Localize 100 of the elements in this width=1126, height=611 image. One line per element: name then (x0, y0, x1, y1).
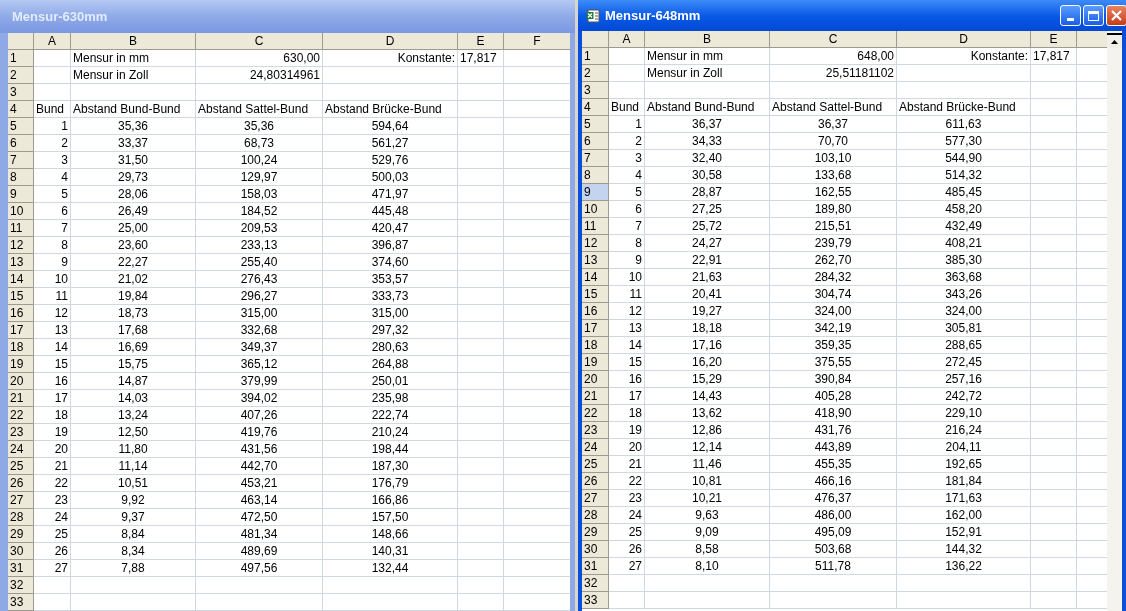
row-header[interactable]: 10 (8, 203, 34, 220)
row-header[interactable]: 6 (8, 135, 34, 152)
maximize-button[interactable] (1083, 5, 1104, 26)
row-header[interactable]: 18 (8, 339, 34, 356)
row-header[interactable]: 28 (8, 509, 34, 526)
row-header[interactable]: 8 (582, 167, 609, 184)
row-header[interactable]: 28 (582, 507, 609, 524)
row-header[interactable]: 16 (8, 305, 34, 322)
column-header[interactable]: F (504, 33, 570, 49)
row-header[interactable]: 15 (582, 286, 609, 303)
row-header[interactable]: 5 (8, 118, 34, 135)
row-header[interactable]: 32 (582, 575, 609, 592)
row-header[interactable]: 2 (8, 67, 34, 84)
column-header[interactable]: B (71, 33, 196, 49)
minimize-button[interactable] (1060, 5, 1081, 26)
row-header[interactable]: 17 (8, 322, 34, 339)
table-cell: 408,21 (897, 235, 1031, 252)
row-header[interactable]: 29 (8, 526, 34, 543)
table-cell: 68,73 (196, 135, 323, 152)
row-header[interactable]: 17 (582, 320, 609, 337)
row-header[interactable]: 5 (582, 116, 609, 133)
row-header[interactable]: 25 (582, 456, 609, 473)
row-header[interactable]: 18 (582, 337, 609, 354)
row-header[interactable]: 19 (8, 356, 34, 373)
column-header[interactable]: D (323, 33, 458, 49)
row-header[interactable]: 25 (8, 458, 34, 475)
table-cell: 171,63 (897, 490, 1031, 507)
row-header[interactable]: 13 (582, 252, 609, 269)
column-header[interactable]: C (770, 31, 897, 47)
column-header[interactable]: E (1031, 31, 1077, 47)
row-header[interactable]: 31 (8, 560, 34, 577)
table-cell: 35,36 (71, 118, 196, 135)
row-header[interactable]: 26 (8, 475, 34, 492)
row-header[interactable]: 22 (582, 405, 609, 422)
row-header[interactable]: 9 (8, 186, 34, 203)
window-title: Mensur-630mm (12, 7, 108, 26)
table-cell (458, 67, 504, 84)
row-header[interactable]: 13 (8, 254, 34, 271)
row-header[interactable]: 33 (582, 592, 609, 609)
row-header[interactable]: 6 (582, 133, 609, 150)
row-header[interactable]: 27 (582, 490, 609, 507)
vertical-scrollbar[interactable] (1107, 31, 1122, 611)
row-header[interactable]: 4 (8, 101, 34, 118)
row-header[interactable]: 4 (582, 99, 609, 116)
scroll-up-button[interactable] (1107, 33, 1122, 48)
row-header[interactable]: 1 (8, 50, 34, 67)
row-header[interactable]: 9 (582, 184, 609, 201)
row-header[interactable]: 22 (8, 407, 34, 424)
row-header[interactable]: 31 (582, 558, 609, 575)
table-cell: 10,81 (645, 473, 770, 490)
row-header[interactable]: 32 (8, 577, 34, 594)
row-header[interactable]: 26 (582, 473, 609, 490)
row-header[interactable]: 21 (8, 390, 34, 407)
row-header[interactable]: 11 (8, 220, 34, 237)
row-header[interactable]: 23 (582, 422, 609, 439)
row-header[interactable]: 21 (582, 388, 609, 405)
table-cell: 34,33 (645, 133, 770, 150)
row-header[interactable]: 20 (582, 371, 609, 388)
column-header[interactable]: D (897, 31, 1031, 47)
row-header[interactable]: 3 (8, 84, 34, 101)
row-header[interactable]: 23 (8, 424, 34, 441)
table-cell: 140,31 (323, 543, 458, 560)
row-header[interactable]: 3 (582, 82, 609, 99)
table-cell: 284,32 (770, 269, 897, 286)
table-cell: 396,87 (323, 237, 458, 254)
table-cell: 239,79 (770, 235, 897, 252)
row-header[interactable]: 27 (8, 492, 34, 509)
row-header[interactable]: 8 (8, 169, 34, 186)
column-header[interactable]: B (645, 31, 770, 47)
close-button[interactable] (1106, 5, 1126, 26)
row-header[interactable]: 15 (8, 288, 34, 305)
row-header[interactable]: 24 (582, 439, 609, 456)
row-header[interactable]: 11 (582, 218, 609, 235)
row-header[interactable]: 19 (582, 354, 609, 371)
table-cell (458, 594, 504, 611)
row-header[interactable]: 24 (8, 441, 34, 458)
row-header[interactable]: 33 (8, 594, 34, 611)
row-header[interactable]: 14 (8, 271, 34, 288)
table-cell: 27,25 (645, 201, 770, 218)
table-cell (34, 577, 71, 594)
row-header[interactable]: 29 (582, 524, 609, 541)
row-header[interactable]: 30 (582, 541, 609, 558)
row-header[interactable]: 30 (8, 543, 34, 560)
column-header[interactable]: E (458, 33, 504, 49)
row-header[interactable]: 7 (8, 152, 34, 169)
row-header[interactable]: 10 (582, 201, 609, 218)
column-header[interactable]: C (196, 33, 323, 49)
row-header[interactable]: 12 (582, 235, 609, 252)
row-header[interactable]: 2 (582, 65, 609, 82)
column-header[interactable]: A (609, 31, 645, 47)
row-header[interactable]: 20 (8, 373, 34, 390)
row-header[interactable]: 16 (582, 303, 609, 320)
column-header[interactable]: A (34, 33, 71, 49)
row-header[interactable]: 12 (8, 237, 34, 254)
table-cell: 304,74 (770, 286, 897, 303)
row-header[interactable]: 14 (582, 269, 609, 286)
row-header[interactable]: 1 (582, 48, 609, 65)
table-cell: 349,37 (196, 339, 323, 356)
table-cell (458, 560, 504, 577)
row-header[interactable]: 7 (582, 150, 609, 167)
